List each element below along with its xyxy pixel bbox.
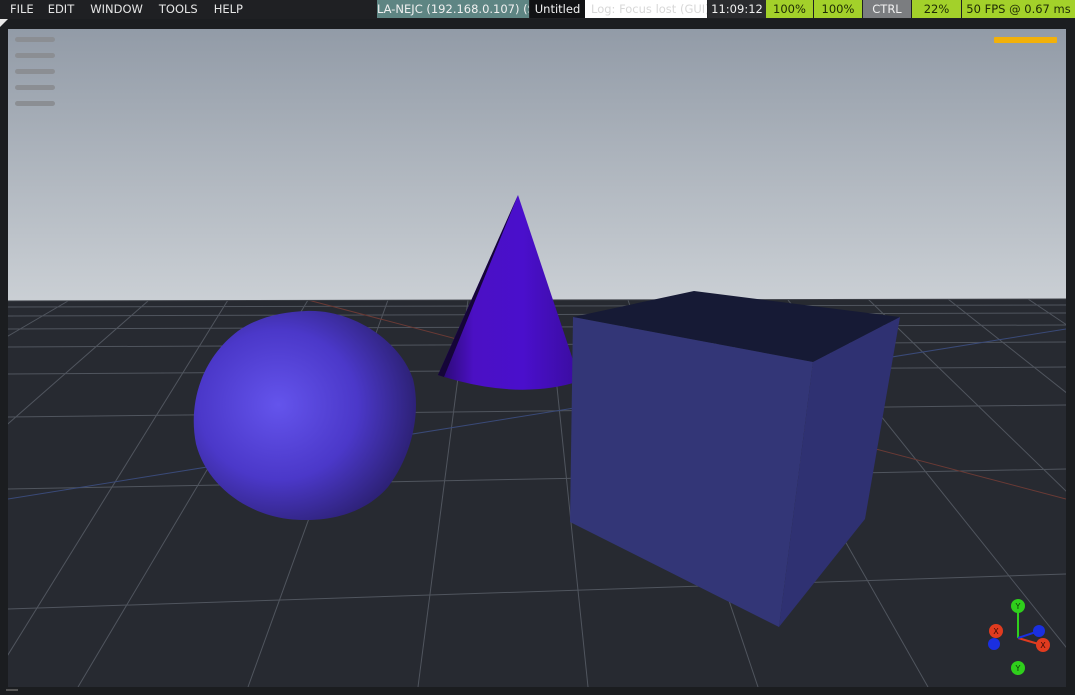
viewport-accent-bar[interactable] bbox=[994, 37, 1057, 43]
menu-edit[interactable]: EDIT bbox=[34, 0, 75, 19]
scene-svg: Y X X Y bbox=[8, 29, 1066, 687]
menu-help[interactable]: HELP bbox=[198, 0, 243, 19]
viewport-menu-icon[interactable] bbox=[15, 37, 55, 117]
log-message: Log: Focus lost (GUI) bbox=[585, 0, 707, 18]
fps-counter: 50 FPS @ 0.67 ms bbox=[962, 0, 1075, 18]
gizmo-label-y-bottom: Y bbox=[1015, 664, 1021, 673]
gizmo-z-negative-icon[interactable] bbox=[988, 638, 1000, 650]
usage-percent: 22% bbox=[912, 0, 961, 18]
3d-viewport[interactable]: Y X X Y bbox=[8, 29, 1066, 687]
clock: 11:09:12 bbox=[708, 0, 766, 18]
viewport-menu-line[interactable] bbox=[15, 69, 55, 74]
cpu-usage-2: 100% bbox=[814, 0, 862, 18]
document-title: Untitled bbox=[530, 0, 585, 18]
sphere-mesh[interactable] bbox=[193, 310, 416, 521]
gizmo-label-x-left: X bbox=[993, 627, 999, 636]
viewport-menu-line[interactable] bbox=[15, 53, 55, 58]
bottom-strip bbox=[0, 687, 1075, 695]
connection-status[interactable]: LA-NEJC (192.168.0.107) (S) bbox=[377, 0, 529, 18]
gizmo-label-x-right: X bbox=[1040, 641, 1046, 650]
gizmo-z-positive-icon[interactable] bbox=[1033, 625, 1045, 637]
bottom-indicator bbox=[6, 689, 18, 691]
menu-tools[interactable]: TOOLS bbox=[143, 0, 198, 19]
panel-corner-tab[interactable] bbox=[0, 19, 8, 27]
viewport-menu-line[interactable] bbox=[15, 37, 55, 42]
menu-window[interactable]: WINDOW bbox=[74, 0, 143, 19]
viewport-menu-line[interactable] bbox=[15, 101, 55, 106]
menu-file[interactable]: FILE bbox=[0, 0, 34, 19]
main-menu: FILE EDIT WINDOW TOOLS HELP bbox=[0, 0, 243, 19]
gizmo-label-y-top: Y bbox=[1015, 602, 1021, 611]
cpu-usage-1: 100% bbox=[766, 0, 813, 18]
viewport-menu-line[interactable] bbox=[15, 85, 55, 90]
top-bar: FILE EDIT WINDOW TOOLS HELP LA-NEJC (192… bbox=[0, 0, 1075, 19]
modifier-indicator: CTRL bbox=[863, 0, 911, 18]
